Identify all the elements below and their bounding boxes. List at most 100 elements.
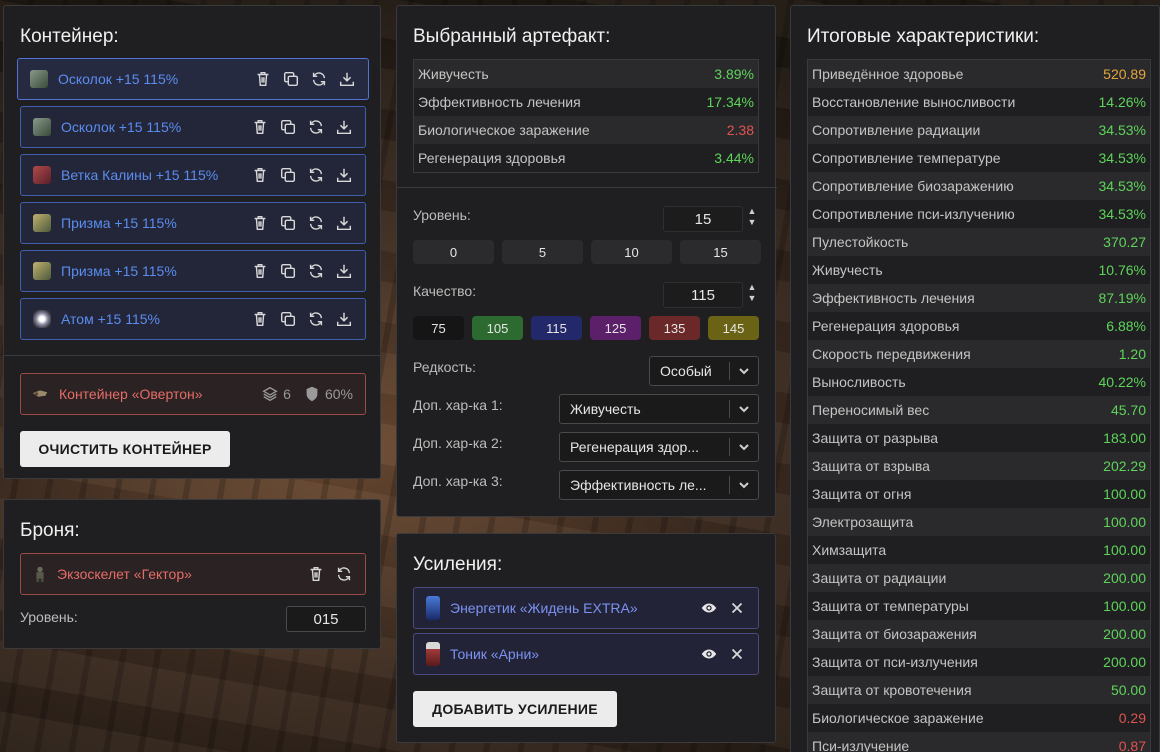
armor-level-input[interactable]: 015 [286, 606, 366, 632]
container-panel: Контейнер: Осколок +15 115% Осколок +15 1… [3, 5, 382, 479]
level-label: Уровень: [413, 207, 471, 223]
close-icon[interactable] [728, 645, 746, 663]
container-artifact-item[interactable]: Ветка Калины +15 115% [20, 154, 366, 196]
stat-value: 0.29 [1118, 710, 1146, 726]
armor-item[interactable]: Экзоскелет «Гектор» [20, 553, 366, 595]
extra1-select[interactable]: Живучесть [559, 394, 759, 424]
eye-icon[interactable] [700, 645, 718, 663]
stat-name: Живучесть [418, 66, 489, 82]
chevron-down-icon [730, 441, 758, 453]
stat-name: Эффективность лечения [418, 94, 581, 110]
shard-artifact-icon [33, 118, 51, 136]
stat-value: 14.26% [1098, 94, 1146, 110]
trash-icon[interactable] [254, 70, 272, 88]
refresh-icon[interactable] [307, 166, 325, 184]
level-preset-button[interactable]: 10 [591, 240, 672, 264]
container-artifact-item[interactable]: Призма +15 115% [20, 202, 366, 244]
stat-value: 1.20 [1118, 346, 1146, 362]
container-artifact-item[interactable]: Призма +15 115% [20, 250, 366, 292]
shard-artifact-icon [30, 70, 48, 88]
total-stat-row: Пси-излучение 0.87 [808, 732, 1150, 752]
refresh-icon[interactable] [307, 310, 325, 328]
level-spinner[interactable]: ▲ ▼ [746, 206, 758, 228]
copy-icon[interactable] [279, 214, 297, 232]
stat-value: 6.88% [1106, 318, 1146, 334]
quality-preset-button[interactable]: 105 [472, 316, 523, 340]
container-artifact-item[interactable]: Осколок +15 115% [17, 58, 369, 100]
rarity-select[interactable]: Особый [649, 356, 759, 386]
quality-preset-button[interactable]: 145 [708, 316, 759, 340]
trash-icon[interactable] [251, 166, 269, 184]
boost-item[interactable]: Тоник «Арни» [413, 633, 759, 675]
level-preset-button[interactable]: 5 [502, 240, 583, 264]
copy-icon[interactable] [282, 70, 300, 88]
total-stat-row: Сопротивление температуре 34.53% [808, 144, 1150, 172]
extra3-select[interactable]: Эффективность ле... [559, 470, 759, 500]
refresh-icon[interactable] [335, 565, 353, 583]
container-protection: 60% [303, 385, 353, 403]
refresh-icon[interactable] [307, 118, 325, 136]
trash-icon[interactable] [251, 214, 269, 232]
clear-container-button[interactable]: ОЧИСТИТЬ КОНТЕЙНЕР [20, 431, 230, 467]
level-preset-button[interactable]: 15 [680, 240, 761, 264]
stat-name: Регенерация здоровья [418, 150, 566, 166]
add-boost-button[interactable]: ДОБАВИТЬ УСИЛЕНИЕ [413, 691, 617, 727]
artifact-title: Выбранный артефакт: [413, 26, 611, 47]
trash-icon[interactable] [251, 310, 269, 328]
extra2-select[interactable]: Регенерация здор... [559, 432, 759, 462]
close-icon[interactable] [728, 599, 746, 617]
stat-value: 183.00 [1103, 430, 1146, 446]
total-stat-row: Защита от радиации 200.00 [808, 564, 1150, 592]
stat-name: Сопротивление радиации [812, 122, 981, 138]
container-artifact-item[interactable]: Атом +15 115% [20, 298, 366, 340]
download-icon[interactable] [335, 262, 353, 280]
copy-icon[interactable] [279, 262, 297, 280]
trash-icon[interactable] [251, 262, 269, 280]
download-icon[interactable] [335, 118, 353, 136]
artifact-stat-row: Регенерация здоровья 3.44% [414, 144, 758, 172]
armor-item-name: Экзоскелет «Гектор» [57, 566, 192, 582]
refresh-icon[interactable] [307, 214, 325, 232]
level-input[interactable]: 15 [663, 206, 743, 232]
boosts-panel: Усиления: Энергетик «Жидень EXTRA» Тоник … [396, 533, 776, 743]
quality-preset-button[interactable]: 115 [531, 316, 582, 340]
stat-value: 200.00 [1103, 626, 1146, 642]
refresh-icon[interactable] [310, 70, 328, 88]
quality-preset-button[interactable]: 75 [413, 316, 464, 340]
artifact-panel: Выбранный артефакт: Живучесть 3.89% Эффект… [396, 5, 777, 517]
stat-name: Биологическое заражение [812, 710, 984, 726]
copy-icon[interactable] [279, 310, 297, 328]
total-stat-row: Биологическое заражение 0.29 [808, 704, 1150, 732]
copy-icon[interactable] [279, 118, 297, 136]
stat-name: Переносимый вес [812, 402, 930, 418]
quality-preset-button[interactable]: 125 [590, 316, 641, 340]
stat-value: 17.34% [706, 94, 754, 110]
refresh-icon[interactable] [307, 262, 325, 280]
boosts-title: Усиления: [413, 554, 503, 575]
divider [397, 187, 777, 188]
quality-spinner[interactable]: ▲ ▼ [746, 282, 758, 304]
download-icon[interactable] [338, 70, 356, 88]
download-icon[interactable] [335, 166, 353, 184]
stat-name: Защита от биозаражения [812, 626, 977, 642]
trash-icon[interactable] [251, 118, 269, 136]
quality-preset-button[interactable]: 135 [649, 316, 700, 340]
layers-icon [262, 386, 278, 402]
stat-value: 200.00 [1103, 570, 1146, 586]
copy-icon[interactable] [279, 166, 297, 184]
level-preset-button[interactable]: 0 [413, 240, 494, 264]
container-title: Контейнер: [20, 26, 119, 47]
total-stat-row: Регенерация здоровья 6.88% [808, 312, 1150, 340]
download-icon[interactable] [335, 310, 353, 328]
boost-item[interactable]: Энергетик «Жидень EXTRA» [413, 587, 759, 629]
total-stat-row: Пулестойкость 370.27 [808, 228, 1150, 256]
shield-icon [306, 386, 318, 402]
stat-value: 2.38 [726, 122, 754, 138]
eye-icon[interactable] [700, 599, 718, 617]
quality-input[interactable]: 115 [663, 282, 743, 308]
stat-name: Сопротивление температуре [812, 150, 1001, 166]
trash-icon[interactable] [307, 565, 325, 583]
download-icon[interactable] [335, 214, 353, 232]
container-artifact-item[interactable]: Осколок +15 115% [20, 106, 366, 148]
container-item[interactable]: Контейнер «Овертон» 6 60% [20, 373, 366, 415]
